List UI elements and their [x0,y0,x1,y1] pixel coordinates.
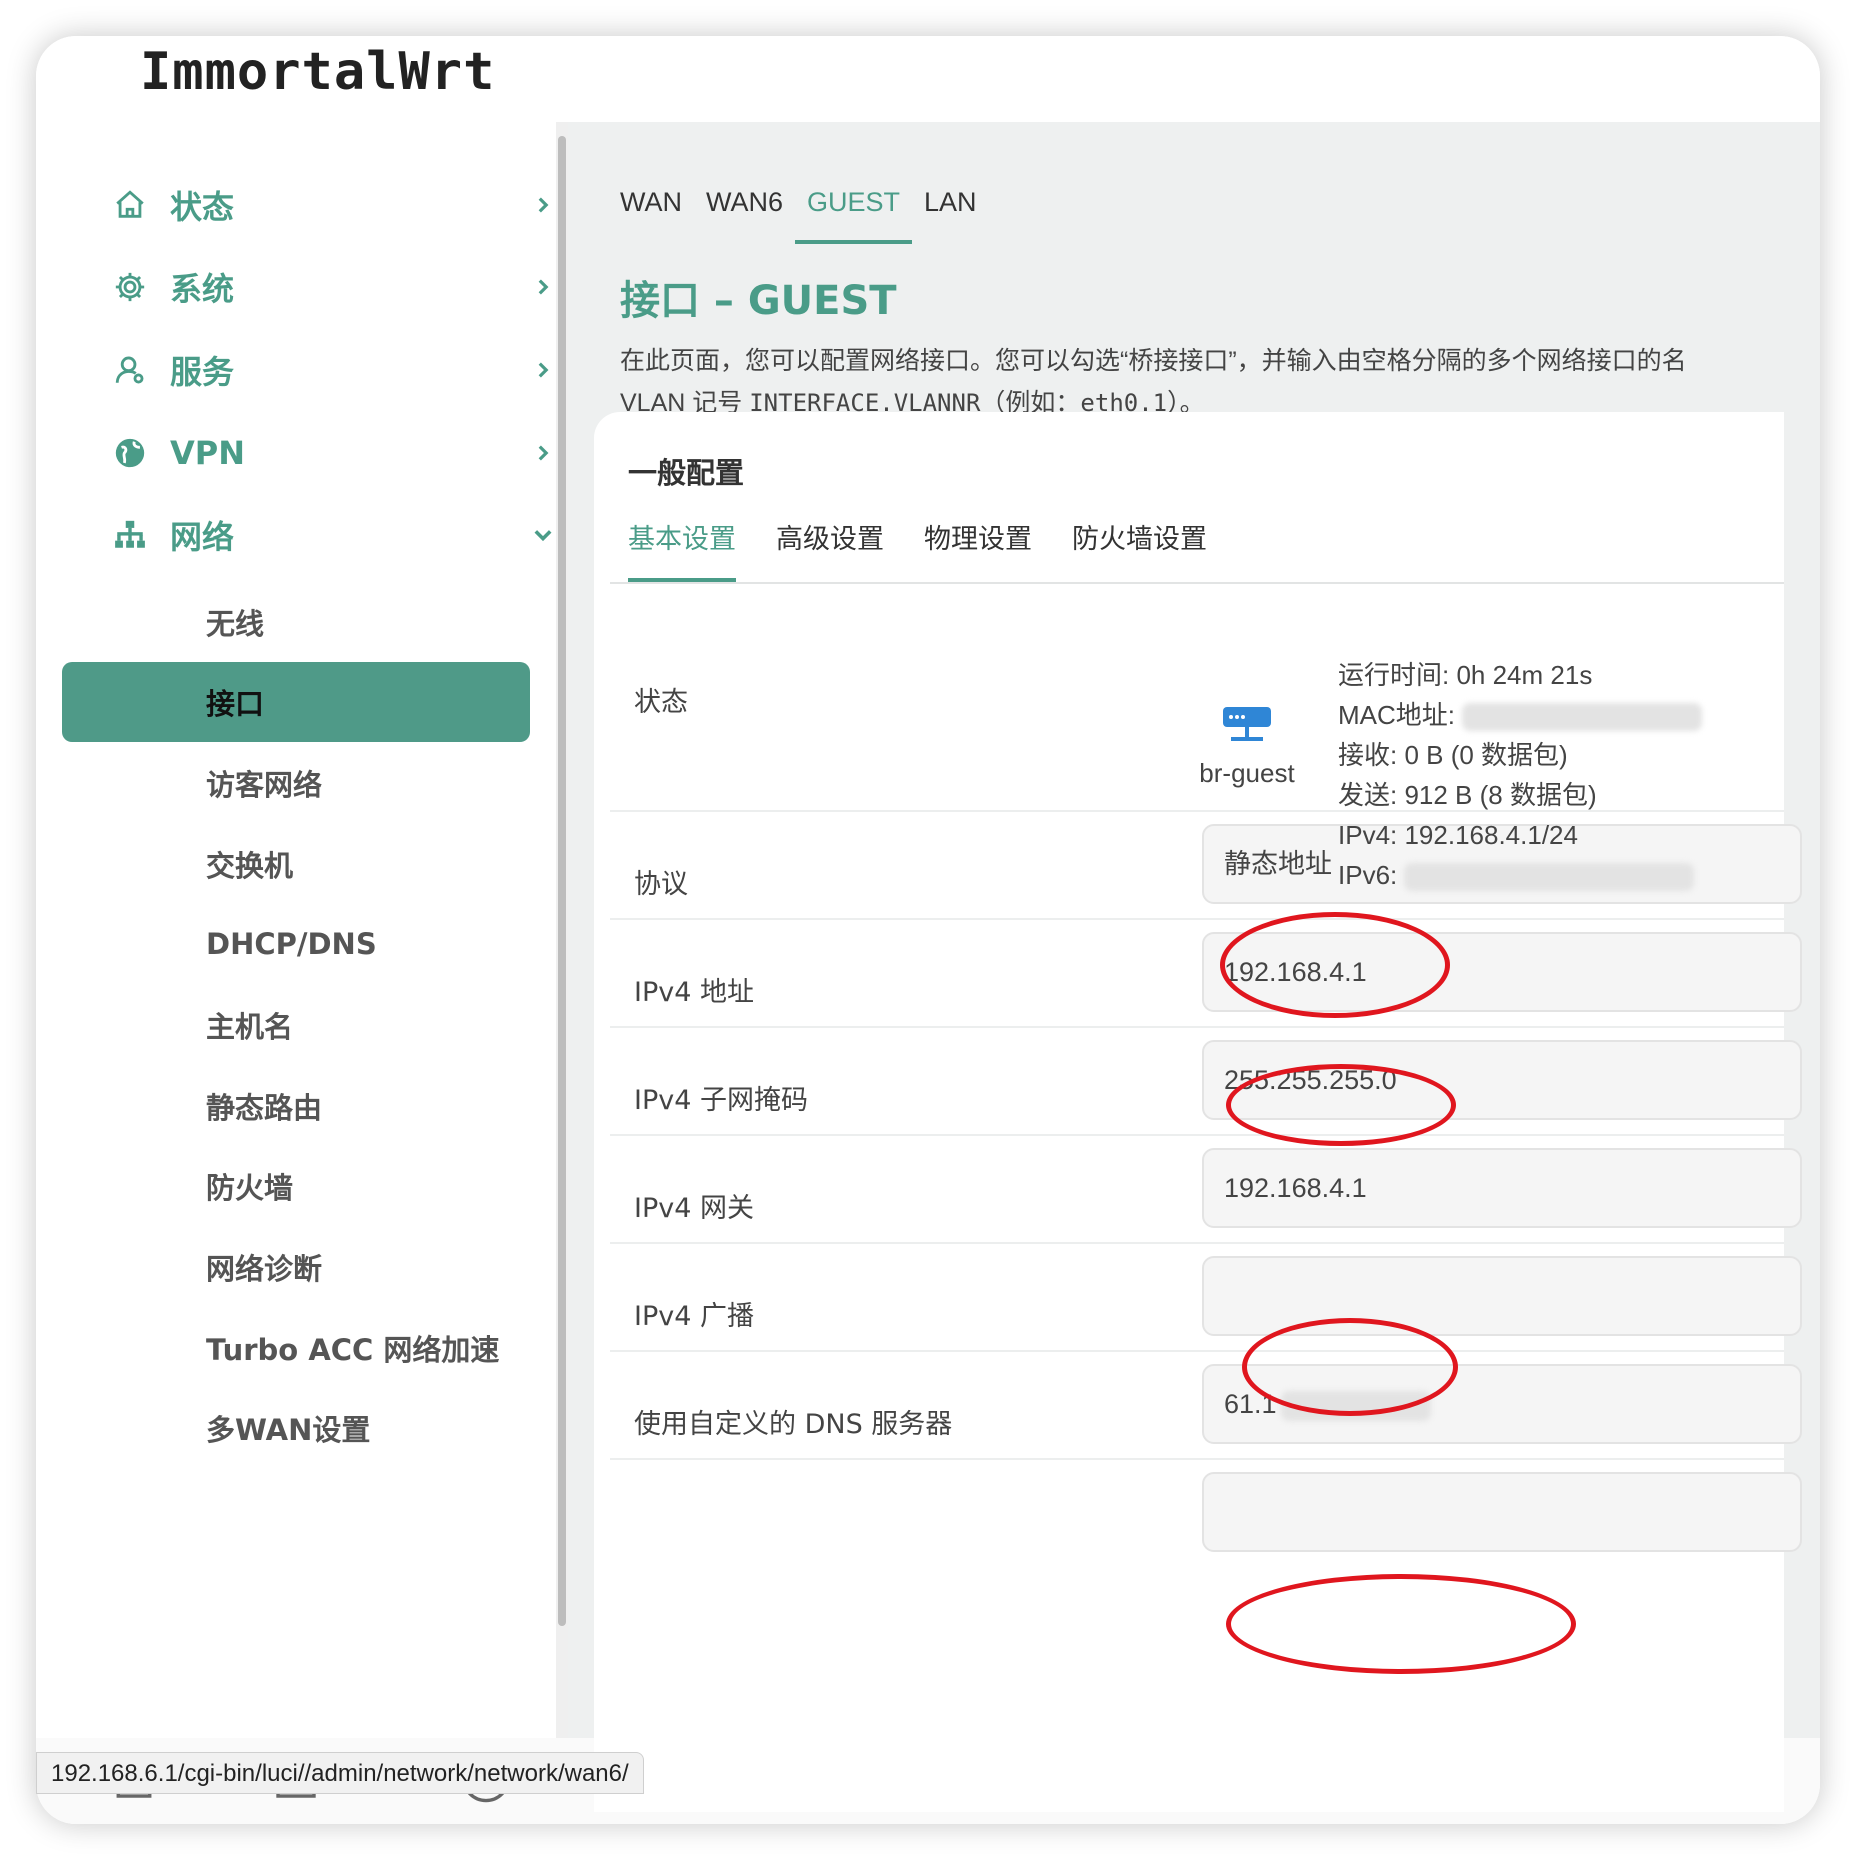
sidebar-item-status[interactable]: 状态 [110,170,570,240]
config-card: 一般配置 基本设置 高级设置 物理设置 防火墙设置 状态 协议 IPv4 地址 … [594,412,1802,1812]
sidebar-item-static-routes[interactable]: 静态路由 [62,1066,530,1146]
sidebar-item-diagnostics[interactable]: 网络诊断 [62,1227,530,1307]
protocol-label: 协议 [634,869,688,900]
header: ImmortalWrt [36,36,1820,122]
redacted-value [1462,703,1703,732]
user-service-icon [110,350,150,390]
custom-dns-input[interactable]: 61.1 [1202,1364,1802,1444]
tab-advanced-settings[interactable]: 高级设置 [776,512,884,582]
network-device-icon [1221,707,1273,749]
sidebar-item-network[interactable]: 网络 [110,500,570,570]
sidebar-item-switch[interactable]: 交换机 [62,824,530,904]
ipv4-netmask-label: IPv4 子网掩码 [634,1085,808,1116]
sidebar-item-label: VPN [170,434,245,472]
ipv4-gateway-input[interactable]: 192.168.4.1 [1202,1148,1802,1228]
sidebar-item-interfaces[interactable]: 接口 [62,662,530,742]
ipv6-line: IPv6: [1338,855,1702,895]
sidebar-item-services[interactable]: 服务 [110,335,570,405]
sidebar: 状态 系统 服务 VPN 网络 无线 接口 访客网络 交换机 DHCP/DNS … [36,122,556,1738]
device-badge: br-guest [1192,705,1302,789]
redacted-value [1404,863,1695,892]
mac-line: MAC地址: [1338,695,1703,735]
ipv4-address-input[interactable]: 192.168.4.1 [1202,932,1802,1012]
dns-value: 61.1 [1224,1389,1277,1419]
ipv4-text: IPv4: 192.168.4.1/24 [1338,820,1578,850]
card-title: 一般配置 [628,456,745,490]
page-title: 接口 – GUEST [620,278,897,324]
sidebar-item-dhcp-dns[interactable]: DHCP/DNS [62,904,530,984]
chevron-right-icon [528,272,558,302]
chevron-down-icon [528,520,558,550]
tab-physical-settings[interactable]: 物理设置 [924,512,1032,582]
description-line-1: 在此页面，您可以配置网络接口。您可以勾选“桥接接口”，并输入由空格分隔的多个网络… [620,347,1687,375]
sidebar-item-guest-network[interactable]: 访客网络 [62,743,530,823]
tab-basic-settings[interactable]: 基本设置 [628,512,736,582]
chevron-right-icon [528,438,558,468]
sidebar-item-multiwan[interactable]: 多WAN设置 [62,1388,530,1468]
brand-logo[interactable]: ImmortalWrt [140,42,495,102]
tx-text: 发送: 912 B (8 数据包) [1338,780,1597,810]
status-details: 运行时间: 0h 24m 21s MAC地址: 接收: 0 B (0 数据包) … [1338,655,1703,895]
ipv4-gateway-label: IPv4 网关 [634,1193,754,1224]
tab-guest[interactable]: GUEST [795,160,913,244]
ipv4-broadcast-input[interactable] [1202,1256,1802,1336]
ipv4-netmask-input[interactable]: 255.255.255.0 [1202,1040,1802,1120]
tab-wan6[interactable]: WAN6 [694,160,795,244]
next-field-input[interactable] [1202,1472,1802,1552]
ipv4-broadcast-label: IPv4 广播 [634,1301,754,1332]
ipv4-address-label: IPv4 地址 [634,977,754,1008]
chevron-right-icon [528,355,558,385]
rx-text: 接收: 0 B (0 数据包) [1338,740,1568,770]
status-bar-url: 192.168.6.1/cgi-bin/luci//admin/network/… [36,1752,644,1794]
sidebar-item-wireless[interactable]: 无线 [62,582,530,662]
sidebar-item-label: 系统 [170,270,235,308]
gear-icon [110,267,150,307]
interface-tabs: WAN WAN6 GUEST LAN [608,160,989,244]
sidebar-item-label: 网络 [170,518,235,556]
home-icon [110,185,150,225]
device-name: br-guest [1199,758,1295,788]
sidebar-item-label: 服务 [170,353,235,391]
tab-lan[interactable]: LAN [912,160,989,244]
redacted-value [1280,1390,1431,1421]
sidebar-scrollbar-thumb[interactable] [558,136,566,1626]
tab-wan[interactable]: WAN [608,160,694,244]
sidebar-item-turbo-acc[interactable]: Turbo ACC 网络加速 [62,1308,530,1388]
mac-label: MAC地址: [1338,700,1456,730]
globe-icon [110,433,150,473]
sidebar-item-hostnames[interactable]: 主机名 [62,985,530,1065]
tab-firewall-settings[interactable]: 防火墙设置 [1072,512,1207,582]
ipv6-label: IPv6: [1338,860,1398,890]
chevron-right-icon [528,190,558,220]
sidebar-item-firewall[interactable]: 防火墙 [62,1146,530,1226]
sidebar-item-label: 状态 [170,188,235,226]
network-tree-icon [110,515,150,555]
config-tabs: 基本设置 高级设置 物理设置 防火墙设置 [628,512,1247,582]
custom-dns-label: 使用自定义的 DNS 服务器 [634,1409,953,1440]
status-label: 状态 [634,687,688,718]
uptime-text: 运行时间: 0h 24m 21s [1338,660,1593,690]
sidebar-item-system[interactable]: 系统 [110,252,570,322]
sidebar-item-vpn[interactable]: VPN [110,418,570,488]
